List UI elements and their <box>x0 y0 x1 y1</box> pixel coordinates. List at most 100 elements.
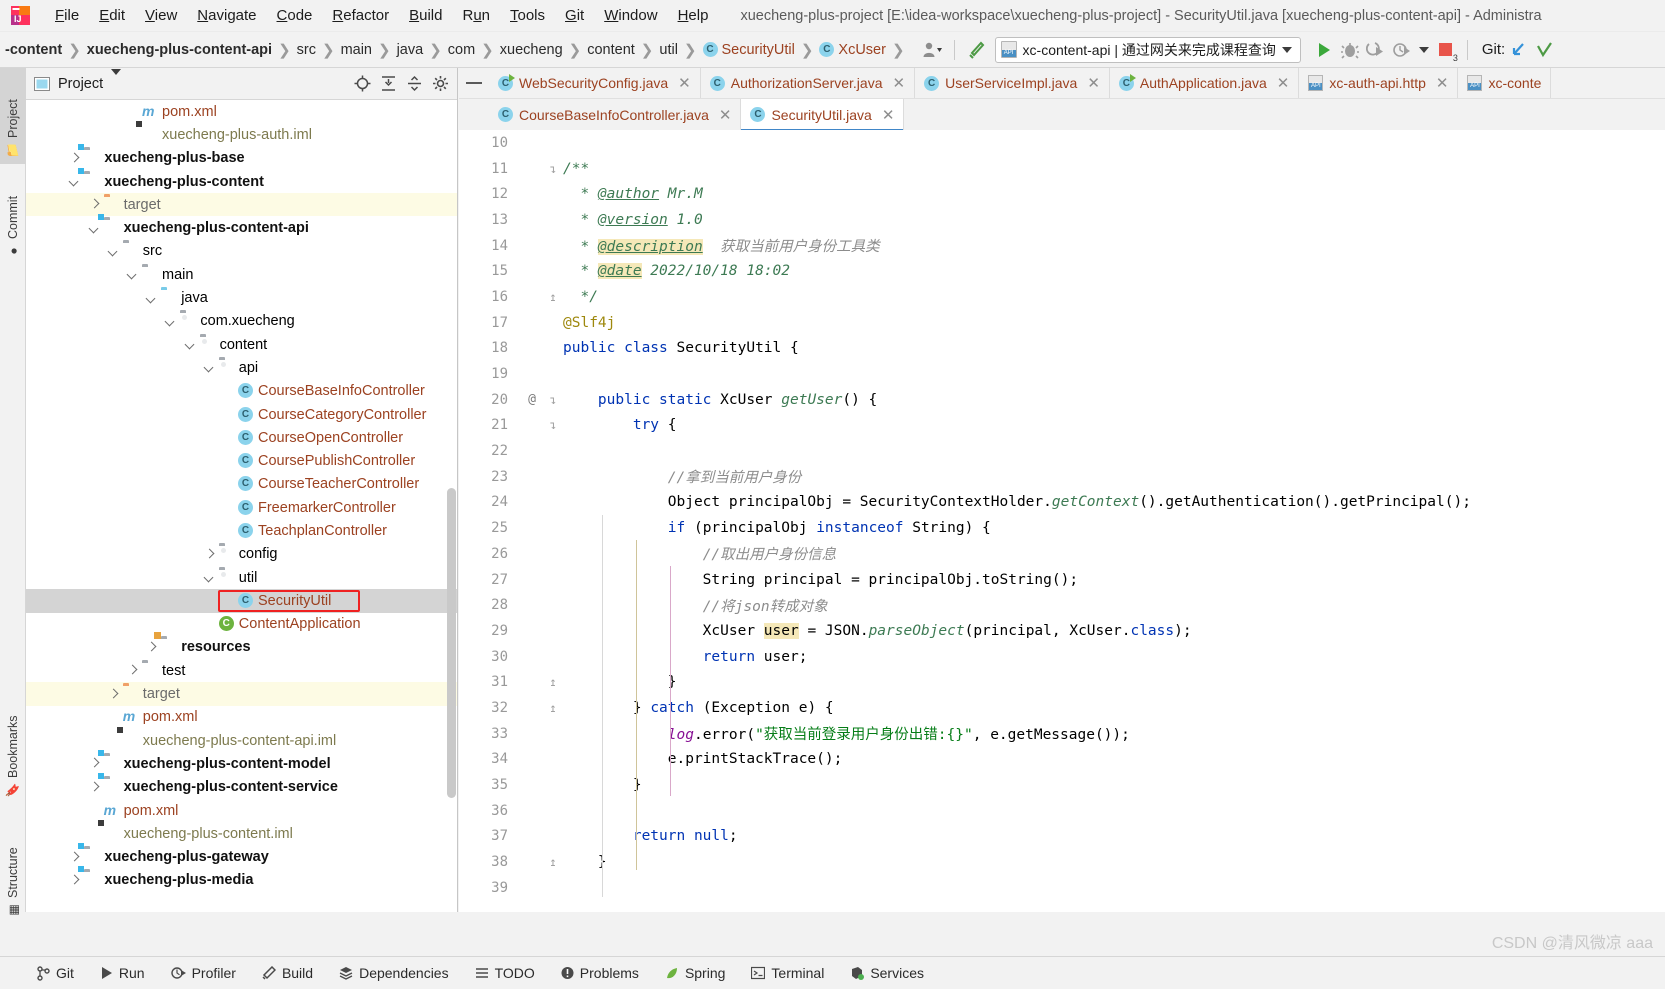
build-hammer-icon[interactable] <box>963 37 989 63</box>
locate-icon[interactable] <box>354 75 371 92</box>
menu-help[interactable]: Help <box>668 5 719 26</box>
code-line[interactable]: 25 if (principalObj instanceof String) { <box>459 515 1665 541</box>
fold-toggle-icon[interactable]: ↥ <box>543 701 563 715</box>
chevron-down-icon[interactable] <box>145 292 158 305</box>
code-line[interactable]: 22 <box>459 438 1665 464</box>
tab-coursebaseinfocontroller[interactable]: C CourseBaseInfoController.java ✕ <box>489 99 742 130</box>
chevron-down-icon[interactable] <box>184 338 197 351</box>
breadcrumb-item-content2[interactable]: content <box>582 41 640 59</box>
tab-xc-auth-api-http[interactable]: xc-auth-api.http ✕ <box>1299 68 1459 98</box>
run-button[interactable] <box>1311 37 1337 63</box>
menu-file[interactable]: File <box>45 5 89 26</box>
bottom-tab-run[interactable]: Run <box>97 963 148 983</box>
chevron-down-icon[interactable] <box>68 175 81 188</box>
chevron-down-icon[interactable] <box>107 245 120 258</box>
code-line[interactable]: 11 ↴/** <box>459 156 1665 182</box>
tree-node[interactable]: m pom.xml <box>26 100 457 123</box>
code-line[interactable]: 32 ↥ } catch (Exception e) { <box>459 695 1665 721</box>
bottom-tab-services[interactable]: Services <box>847 963 927 983</box>
menu-build[interactable]: Build <box>399 5 452 26</box>
hide-tool-window-button[interactable] <box>459 68 489 98</box>
tab-authorizationserver[interactable]: C AuthorizationServer.java ✕ <box>700 68 916 98</box>
code-line[interactable]: 31 ↥ } <box>459 669 1665 695</box>
gutter-marker[interactable]: @ <box>521 392 543 407</box>
fold-toggle-icon[interactable]: ↴ <box>543 393 563 407</box>
breadcrumb-item-content-api[interactable]: xuecheng-plus-content-api <box>82 41 277 59</box>
close-icon[interactable]: ✕ <box>1436 74 1449 92</box>
code-line[interactable]: 16 ↥ */ <box>459 284 1665 310</box>
tree-node[interactable]: C ContentApplication <box>26 613 457 636</box>
code-line[interactable]: 38 ↥ } <box>459 849 1665 875</box>
tree-node[interactable]: xuecheng-plus-content-model <box>26 752 457 775</box>
bottom-tab-terminal[interactable]: Terminal <box>748 963 827 983</box>
breadcrumb-item-main[interactable]: main <box>336 41 377 59</box>
code-line[interactable]: 36 <box>459 798 1665 824</box>
user-profile-icon[interactable] <box>920 37 946 63</box>
code-line[interactable]: 10 <box>459 130 1665 156</box>
tree-node[interactable]: m pom.xml <box>26 706 457 729</box>
profiler-button[interactable] <box>1389 37 1415 63</box>
code-line[interactable]: 37 return null; <box>459 824 1665 850</box>
close-icon[interactable]: ✕ <box>719 106 732 124</box>
tree-node[interactable]: target <box>26 193 457 217</box>
code-line[interactable]: 33 log.error("获取当前登录用户身份出错:{}", e.getMes… <box>459 721 1665 747</box>
tree-node[interactable]: main <box>26 263 457 286</box>
tab-authapplication[interactable]: C AuthApplication.java ✕ <box>1109 68 1300 98</box>
tree-node[interactable]: xuecheng-plus-content-api.iml <box>26 729 457 752</box>
breadcrumb-item-java[interactable]: java <box>392 41 429 59</box>
code-line[interactable]: 30 return user; <box>459 644 1665 670</box>
tree-node[interactable]: xuecheng-plus-base <box>26 147 457 170</box>
code-line[interactable]: 19 <box>459 361 1665 387</box>
chevron-right-icon[interactable] <box>126 664 139 677</box>
run-configuration-selector[interactable]: xc-content-api | 通过网关来完成课程查询 <box>994 36 1301 63</box>
tree-node[interactable]: resources <box>26 636 457 659</box>
tree-node[interactable]: C SecurityUtil <box>26 589 457 613</box>
code-line[interactable]: 24 Object principalObj = SecurityContext… <box>459 490 1665 516</box>
run-with-coverage-button[interactable] <box>1363 37 1389 63</box>
code-line[interactable]: 39 <box>459 875 1665 901</box>
tree-node[interactable]: C FreemarkerController <box>26 496 457 519</box>
tree-node[interactable]: xuecheng-plus-media <box>26 869 457 892</box>
code-line[interactable]: 18 public class SecurityUtil { <box>459 336 1665 362</box>
tree-node[interactable]: C TeachplanController <box>26 519 457 542</box>
project-dropdown-icon[interactable] <box>111 68 122 93</box>
sidebar-item-commit[interactable]: ● Commit <box>0 168 26 264</box>
chevron-right-icon[interactable] <box>68 851 81 864</box>
menu-navigate[interactable]: Navigate <box>187 5 266 26</box>
tab-xc-content-api-http[interactable]: xc-conte <box>1458 68 1552 98</box>
tree-node[interactable]: src <box>26 240 457 263</box>
tree-node[interactable]: xuecheng-plus-auth.iml <box>26 123 457 146</box>
expand-all-icon[interactable] <box>380 75 397 92</box>
tree-node[interactable]: util <box>26 566 457 589</box>
tree-node[interactable]: xuecheng-plus-gateway <box>26 846 457 869</box>
code-line[interactable]: 34 e.printStackTrace(); <box>459 747 1665 773</box>
menu-git[interactable]: Git <box>555 5 594 26</box>
code-line[interactable]: 26 //取出用户身份信息 <box>459 541 1665 567</box>
code-line[interactable]: 14 * @description 获取当前用户身份工具类 <box>459 233 1665 259</box>
gear-icon[interactable] <box>432 75 449 92</box>
chevron-right-icon[interactable] <box>88 757 101 770</box>
close-icon[interactable]: ✕ <box>678 74 691 92</box>
chevron-down-icon[interactable] <box>88 222 101 235</box>
breadcrumb-item-src[interactable]: src <box>292 41 321 59</box>
menu-code[interactable]: Code <box>267 5 323 26</box>
breadcrumb-item-securityutil[interactable]: C SecurityUtil <box>698 41 800 59</box>
tree-node[interactable]: test <box>26 659 457 682</box>
tree-node[interactable]: xuecheng-plus-content-service <box>26 776 457 799</box>
code-line[interactable]: 29 XcUser user = JSON.parseObject(princi… <box>459 618 1665 644</box>
breadcrumb-item-content[interactable]: -content <box>0 41 67 59</box>
close-icon[interactable]: ✕ <box>1277 74 1290 92</box>
chevron-right-icon[interactable] <box>68 152 81 165</box>
bottom-tab-build[interactable]: Build <box>259 963 316 983</box>
collapse-all-icon[interactable] <box>406 75 423 92</box>
commit-icon[interactable] <box>1531 37 1557 63</box>
code-line[interactable]: 20 @ ↴ public static XcUser getUser() { <box>459 387 1665 413</box>
menu-refactor[interactable]: Refactor <box>322 5 399 26</box>
chevron-right-icon[interactable] <box>145 641 158 654</box>
tree-node[interactable]: config <box>26 543 457 566</box>
tree-node[interactable]: target <box>26 682 457 706</box>
chevron-right-icon[interactable] <box>68 874 81 887</box>
breadcrumb-item-xcuser[interactable]: C XcUser <box>814 41 891 59</box>
tree-node[interactable]: content <box>26 333 457 356</box>
code-line[interactable]: 27 String principal = principalObj.toStr… <box>459 567 1665 593</box>
